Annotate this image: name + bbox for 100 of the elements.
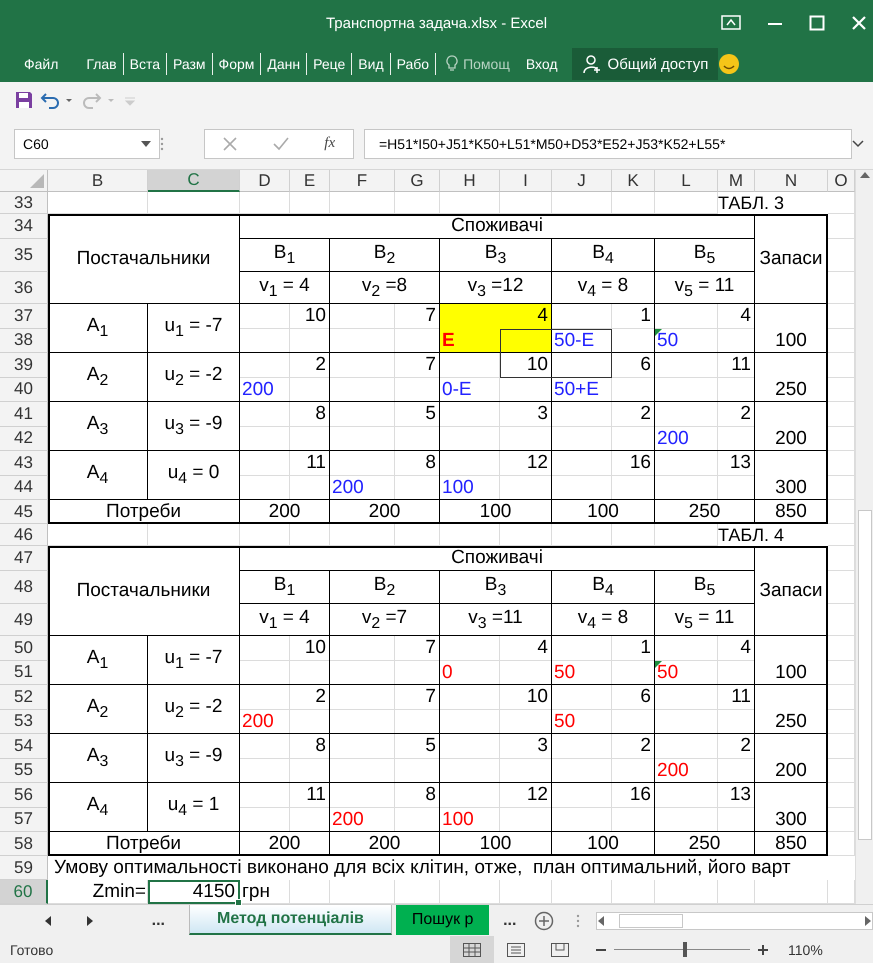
row-header[interactable]: 54	[0, 734, 48, 758]
ribbon-tab[interactable]: Форм	[212, 53, 262, 75]
row-header[interactable]: 57	[0, 808, 48, 832]
grip-icon	[576, 914, 580, 928]
sheet-tab[interactable]: Пошук р	[396, 905, 490, 935]
column-header[interactable]: M	[718, 170, 755, 192]
previous-sheet-icon[interactable]	[44, 916, 52, 926]
maximize-icon[interactable]	[809, 15, 825, 31]
column-header[interactable]: L	[655, 170, 718, 192]
row-header[interactable]: 56	[0, 783, 48, 808]
next-sheet-icon[interactable]	[86, 916, 94, 926]
column-header[interactable]: G	[395, 170, 440, 192]
formula-field[interactable]: =H51*I50+J51*K50+L51*M50+D53*E52+J53*K52+L55*	[364, 128, 852, 158]
ribbon-tab[interactable]: Вид	[352, 53, 391, 75]
column-header[interactable]: E	[290, 170, 330, 192]
row-header[interactable]: 42	[0, 426, 48, 451]
sheet-tab[interactable]: Метод потенціалів	[189, 905, 392, 935]
row-header[interactable]: 39	[0, 353, 48, 378]
supplier-name: A$_{3}$	[48, 402, 148, 451]
row-header[interactable]: 50	[0, 636, 48, 660]
column-header[interactable]: K	[612, 170, 655, 192]
potential-cell: u$_{4}$ = 1	[148, 783, 240, 832]
row-header[interactable]: 47	[0, 546, 48, 571]
close-icon[interactable]	[851, 15, 867, 31]
column-header[interactable]: C	[148, 170, 240, 192]
ribbon-tab[interactable]: Рабо	[390, 53, 436, 75]
save-icon[interactable]	[14, 90, 34, 110]
potential-cell: u$_{1}$ = -7	[148, 636, 240, 685]
ribbon-tab[interactable]: Файл	[24, 53, 58, 75]
check-icon[interactable]	[272, 136, 289, 150]
row-header[interactable]: 58	[0, 832, 48, 856]
conclusion-text: Умову оптимальності виконано для всіх клітин, отже, план оптимальний, його варт	[48, 856, 855, 880]
table-label: ТАБЛ. 4	[718, 524, 828, 546]
ribbon-tab[interactable]: Разм	[167, 53, 213, 75]
ribbon-tab[interactable]: Вста	[124, 53, 167, 75]
row-header[interactable]: 46	[0, 524, 48, 546]
row-header[interactable]: 51	[0, 660, 48, 685]
ribbon-tab[interactable]: Реце	[307, 53, 352, 75]
consumer-name: B$_{3}$	[440, 239, 552, 272]
cost-value: 10	[304, 636, 327, 660]
zoom-in-icon[interactable]	[758, 944, 768, 954]
row-header[interactable]: 45	[0, 500, 48, 524]
scroll-left-icon[interactable]	[597, 916, 606, 926]
amount-value: 0	[441, 660, 454, 685]
ribbon-tab[interactable]: Данн	[261, 53, 308, 75]
more-sheets-button[interactable]: ...	[503, 912, 516, 930]
ribbon-tab[interactable]: Глав	[80, 53, 124, 75]
row-header[interactable]: 60	[0, 880, 48, 904]
row-header[interactable]: 37	[0, 304, 48, 328]
share-button[interactable]: Общий доступ	[572, 48, 718, 80]
zoom-level[interactable]: 110%	[788, 942, 823, 958]
row-header[interactable]: 59	[0, 856, 48, 880]
column-header[interactable]: H	[440, 170, 500, 192]
row-header[interactable]: 55	[0, 758, 48, 783]
row-header[interactable]: 35	[0, 239, 48, 272]
table-heading: Споживачі	[240, 214, 755, 239]
amount-value: 50	[553, 710, 576, 734]
row-header[interactable]: 52	[0, 685, 48, 710]
name-box[interactable]: C60	[14, 128, 160, 158]
cost-value: 13	[728, 451, 752, 476]
normal-view-button[interactable]	[450, 936, 494, 963]
cost-value: 2	[639, 402, 652, 426]
column-header[interactable]: N	[755, 170, 828, 192]
row-header[interactable]: 38	[0, 328, 48, 353]
row-header[interactable]: 44	[0, 476, 48, 500]
row-header[interactable]: 49	[0, 604, 48, 636]
row-header[interactable]: 43	[0, 451, 48, 476]
row-header[interactable]: 36	[0, 272, 48, 304]
column-header[interactable]: B	[48, 170, 148, 192]
column-header[interactable]: I	[500, 170, 552, 192]
row-header[interactable]: 34	[0, 214, 48, 239]
row-header[interactable]: 33	[0, 192, 48, 214]
ribbon-display-icon[interactable]	[721, 15, 741, 31]
amount-value: 50	[656, 660, 680, 685]
potential-cell: u$_{3}$ = -9	[148, 402, 240, 451]
sign-in-link[interactable]: Вход	[526, 56, 558, 72]
add-sheet-icon[interactable]	[534, 910, 554, 930]
row-header[interactable]: 48	[0, 571, 48, 604]
column-header[interactable]: F	[330, 170, 395, 192]
expand-caret-icon[interactable]	[852, 140, 864, 148]
row-header[interactable]: 41	[0, 402, 48, 426]
potential-cell: v$_{1}$ = 4	[240, 272, 330, 304]
cost-value: 11	[305, 451, 327, 476]
insert-function-button[interactable]: fx	[324, 135, 336, 152]
consumer-name: B$_{1}$	[240, 239, 330, 272]
lightbulb-icon	[446, 55, 458, 73]
tell-me-button[interactable]: Помощ	[446, 55, 510, 73]
vertical-scrollbar[interactable]	[855, 170, 873, 904]
row-header[interactable]: 40	[0, 378, 48, 402]
horizontal-scrollbar[interactable]	[596, 912, 873, 930]
column-header[interactable]: O	[828, 170, 855, 192]
column-header[interactable]: D	[240, 170, 290, 192]
selected-cell[interactable]: 4150	[148, 880, 240, 904]
cost-value: 4	[739, 304, 752, 328]
caret-icon	[141, 140, 151, 146]
scroll-right-icon[interactable]	[864, 916, 872, 926]
smiley-icon[interactable]	[718, 53, 740, 75]
column-header[interactable]: J	[552, 170, 612, 192]
row-header[interactable]: 53	[0, 710, 48, 734]
more-sheets-button[interactable]: ...	[152, 912, 165, 930]
